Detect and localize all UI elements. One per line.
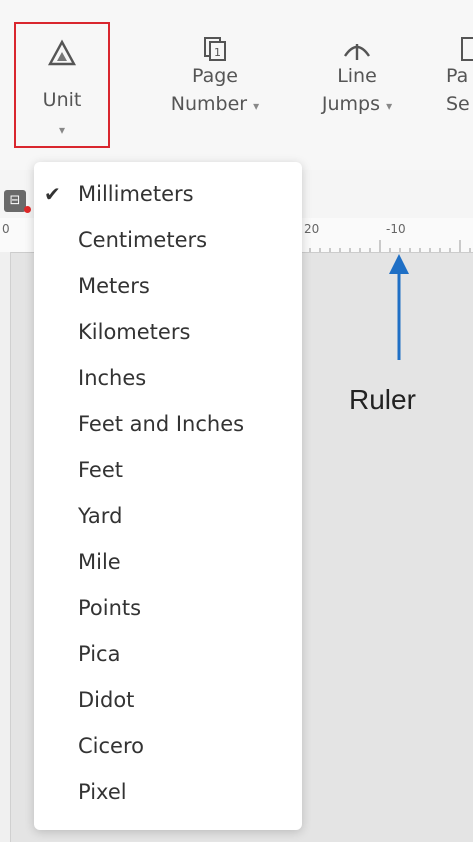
menu-item-millimeters[interactable]: ✔ Millimeters [34,172,302,216]
menu-item-label: Millimeters [78,182,194,206]
panel-toggle-icon[interactable]: ⊟ [4,190,26,212]
menu-item-label: Meters [78,274,150,298]
menu-item-feet-and-inches[interactable]: Feet and Inches [34,402,302,446]
page-setup-button[interactable]: Pa Se [446,36,473,118]
menu-item-kilometers[interactable]: Kilometers [34,310,302,354]
unit-label: Unit [42,89,82,111]
page-setup-icon [461,37,473,61]
menu-item-yard[interactable]: Yard [34,494,302,538]
ribbon-toolbar: Unit ▾ 1 Page Number ▾ Line Jumps ▾ Pa S… [0,0,473,170]
menu-item-label: Cicero [78,734,144,758]
chevron-down-icon: ▾ [58,123,66,137]
menu-item-label: Centimeters [78,228,208,252]
vertical-ruler [0,252,11,842]
menu-item-centimeters[interactable]: Centimeters [34,218,302,262]
menu-item-label: Yard [78,504,123,528]
ruler-tick-label: 20 [304,222,320,236]
menu-item-points[interactable]: Points [34,586,302,630]
menu-item-label: Pica [78,642,121,666]
line-jumps-button[interactable]: Line Jumps ▾ [312,36,402,120]
checkmark-icon: ✔ [44,182,61,206]
page-setup-label-line2: Se [446,93,470,115]
page-number-button[interactable]: 1 Page Number ▾ [160,36,270,120]
menu-item-pica[interactable]: Pica [34,632,302,676]
menu-item-meters[interactable]: Meters [34,264,302,308]
page-number-icon: 1 [204,37,226,61]
menu-item-label: Inches [78,366,147,390]
unit-button[interactable]: Unit ▾ [14,22,110,148]
menu-item-mile[interactable]: Mile [34,540,302,584]
menu-item-label: Feet and Inches [78,412,245,436]
menu-item-pixel[interactable]: Pixel [34,770,302,814]
menu-item-label: Points [78,596,142,620]
menu-item-cicero[interactable]: Cicero [34,724,302,768]
chevron-down-icon: ▾ [253,99,260,113]
menu-item-didot[interactable]: Didot [34,678,302,722]
ruler-annotation-label: Ruler [349,384,416,415]
menu-item-label: Feet [78,458,124,482]
line-jumps-icon [344,44,370,60]
menu-item-label: Didot [78,688,135,712]
chevron-down-icon: ▾ [386,99,393,113]
ruler-tick-label: -10 [386,222,406,236]
triangle-ruler-icon [47,39,77,66]
menu-item-label: Pixel [78,780,127,804]
ruler-tick-label: 0 [2,222,10,236]
annotation-arrow [389,254,409,360]
unit-dropdown-menu: ✔ Millimeters Centimeters Meters Kilomet… [34,162,302,830]
line-jumps-label-line1: Line [337,65,377,87]
line-jumps-label-line2: Jumps [321,93,381,115]
page-number-label-line1: Page [192,65,238,87]
menu-item-inches[interactable]: Inches [34,356,302,400]
menu-item-feet[interactable]: Feet [34,448,302,492]
menu-item-label: Kilometers [78,320,191,344]
page-number-label-line2: Number [170,93,248,115]
menu-item-label: Mile [78,550,121,574]
svg-text:1: 1 [214,46,221,59]
page-setup-label-line1: Pa [446,65,469,87]
notification-dot [24,206,31,213]
